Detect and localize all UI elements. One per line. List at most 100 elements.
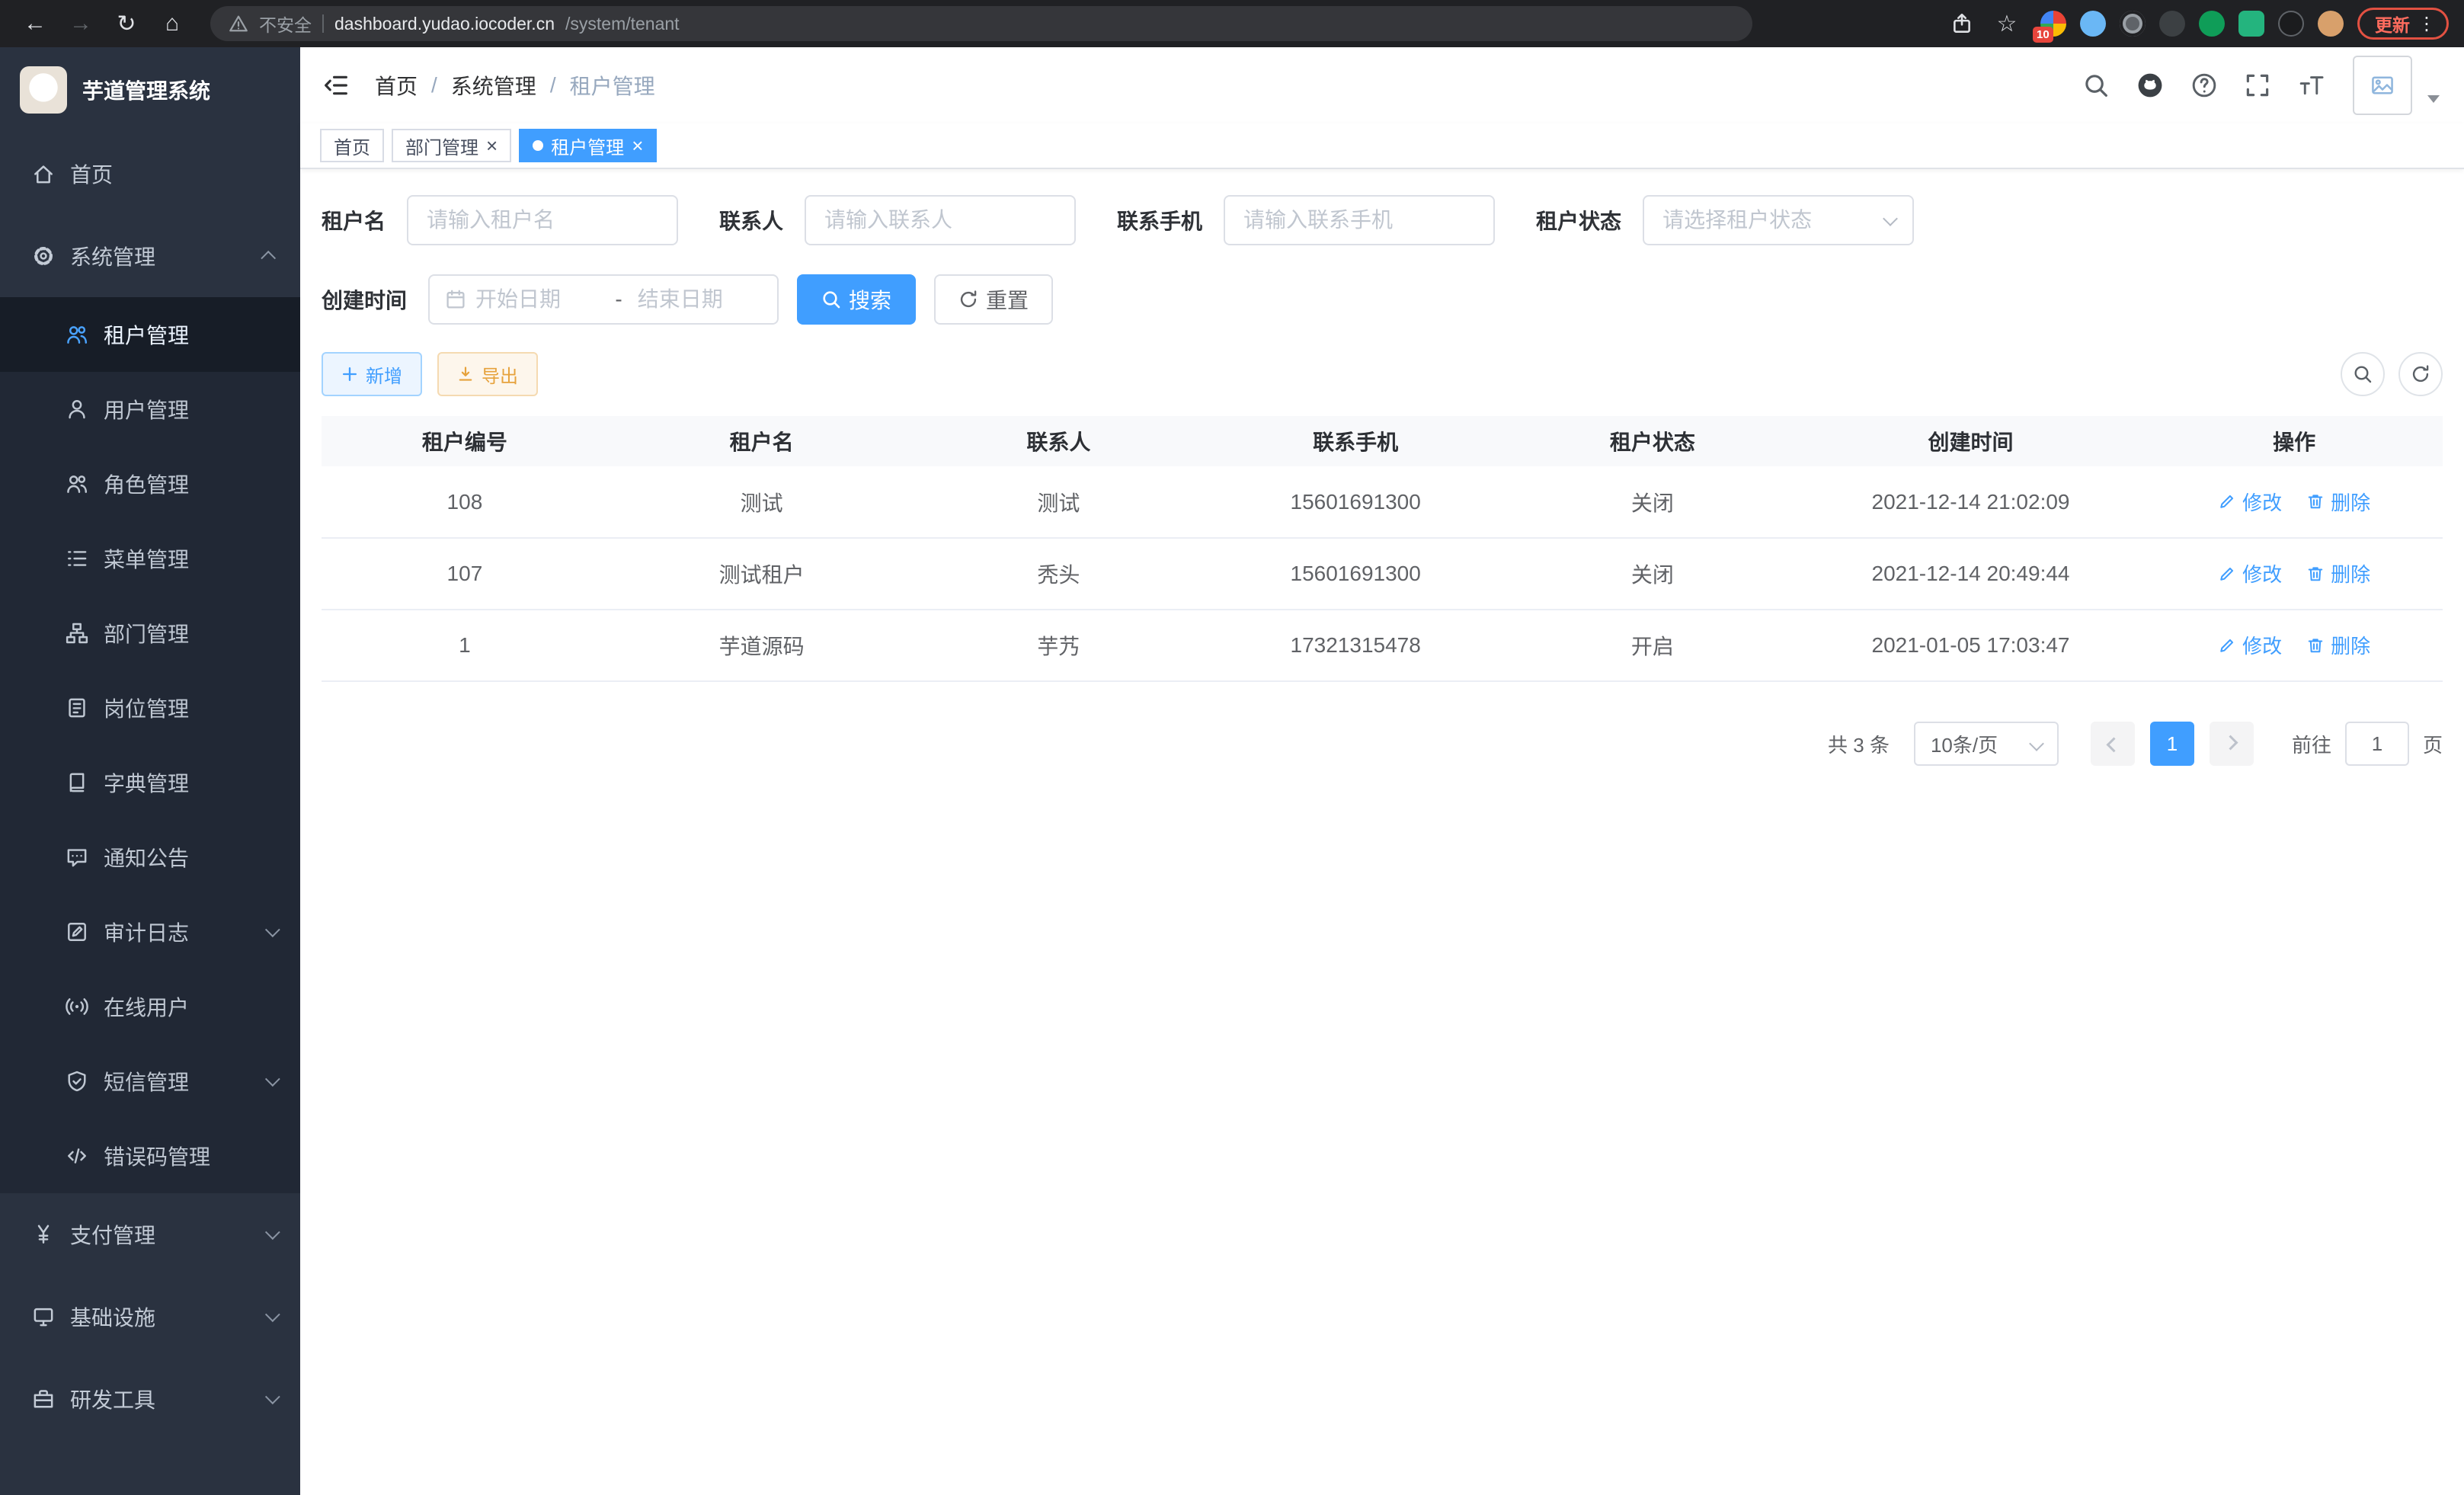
mobile-input[interactable]	[1224, 195, 1495, 245]
export-button[interactable]: 导出	[437, 352, 538, 396]
sidebar-item-role-management[interactable]: 角色管理	[0, 447, 300, 521]
extension-icon[interactable]: 10	[2040, 11, 2066, 37]
tab-tenant-management[interactable]: 租户管理 ×	[519, 129, 657, 162]
main-area: 首页 / 系统管理 / 租户管理	[300, 47, 2464, 1495]
extension-icon[interactable]	[2159, 11, 2185, 37]
search-button[interactable]: 搜索	[797, 274, 916, 325]
sidebar-item-dev-tools[interactable]: 研发工具	[0, 1358, 300, 1440]
sidebar-item-label: 首页	[70, 158, 113, 189]
reset-button[interactable]: 重置	[934, 274, 1053, 325]
url-bar[interactable]: 不安全 dashboard.yudao.iocoder.cn/system/te…	[210, 6, 1752, 41]
sidebar-item-tenant-management[interactable]: 租户管理	[0, 297, 300, 372]
reload-icon[interactable]: ↻	[107, 5, 146, 42]
show-search-toggle-button[interactable]	[2341, 352, 2385, 396]
logo[interactable]: 芋道管理系统	[0, 47, 300, 133]
share-icon[interactable]	[1950, 12, 1973, 35]
breadcrumb: 首页 / 系统管理 / 租户管理	[375, 70, 655, 101]
toolbox-icon	[32, 1388, 55, 1410]
browser-update-button[interactable]: 更新 ⋮	[2357, 8, 2449, 40]
update-label: 更新	[2375, 11, 2410, 37]
sidebar-item-payment-management[interactable]: 支付管理	[0, 1193, 300, 1276]
extension-icon[interactable]	[2080, 11, 2106, 37]
sidebar-item-system-management[interactable]: 系统管理	[0, 215, 300, 297]
sidebar-item-home[interactable]: 首页	[0, 133, 300, 215]
end-date-input[interactable]	[638, 287, 762, 312]
column-header: 租户编号	[322, 416, 608, 466]
avatar-caret-icon[interactable]	[2427, 95, 2440, 103]
breadcrumb-system[interactable]: 系统管理	[451, 70, 536, 101]
user-avatar[interactable]	[2353, 56, 2412, 115]
help-icon[interactable]	[2191, 72, 2217, 98]
sidebar-item-dict-management[interactable]: 字典管理	[0, 745, 300, 820]
fullscreen-icon[interactable]	[2245, 72, 2270, 98]
forward-icon[interactable]: →	[61, 5, 101, 42]
cell-actions: 修改删除	[2146, 610, 2443, 681]
filter-mobile: 联系手机	[1117, 195, 1495, 245]
chrome-actions: ☆ 10 更新 ⋮	[1950, 5, 2449, 42]
github-icon[interactable]	[2136, 72, 2164, 99]
cell-contact: 测试	[916, 466, 1202, 538]
extension-icon[interactable]	[2238, 11, 2264, 37]
chevron-down-icon	[265, 1071, 280, 1087]
close-icon[interactable]: ×	[486, 136, 498, 155]
cell-tenant-id: 108	[322, 466, 608, 538]
page-size-input[interactable]	[1914, 722, 2059, 766]
chevron-left-icon	[2106, 738, 2121, 753]
status-select-input[interactable]	[1643, 195, 1914, 245]
chevron-right-icon	[2223, 735, 2238, 751]
tenant-name-input[interactable]	[407, 195, 678, 245]
add-button[interactable]: 新增	[322, 352, 422, 396]
bookmark-star-icon[interactable]: ☆	[1987, 5, 2027, 42]
start-date-input[interactable]	[475, 287, 600, 312]
url-host: dashboard.yudao.iocoder.cn	[334, 14, 555, 34]
roles-icon	[66, 472, 88, 495]
sidebar-item-infrastructure[interactable]: 基础设施	[0, 1276, 300, 1358]
security-label[interactable]: 不安全	[259, 11, 312, 37]
tab-department-management[interactable]: 部门管理 ×	[392, 129, 511, 162]
sidebar-item-menu-management[interactable]: 菜单管理	[0, 521, 300, 596]
page-content: 租户名 联系人 联系手机 租户状态	[300, 169, 2464, 1495]
sidebar-item-post-management[interactable]: 岗位管理	[0, 671, 300, 745]
edit-link[interactable]: 修改	[2218, 631, 2282, 659]
next-page-button[interactable]	[2210, 722, 2254, 766]
prev-page-button[interactable]	[2091, 722, 2135, 766]
date-range-picker[interactable]: -	[428, 274, 779, 325]
search-icon[interactable]	[2083, 72, 2109, 98]
font-size-icon[interactable]	[2298, 72, 2325, 98]
cell-tenant-name: 测试租户	[608, 538, 916, 610]
sidebar-item-user-management[interactable]: 用户管理	[0, 372, 300, 447]
browser-menu-icon[interactable]: ⋮	[2418, 13, 2436, 35]
sidebar-item-error-code-management[interactable]: 错误码管理	[0, 1119, 300, 1193]
contact-input[interactable]	[805, 195, 1076, 245]
refresh-table-button[interactable]	[2398, 352, 2443, 396]
page-number-button[interactable]: 1	[2150, 722, 2194, 766]
extension-icon[interactable]	[2120, 11, 2146, 37]
column-header: 租户状态	[1509, 416, 1796, 466]
collapse-sidebar-icon[interactable]	[323, 72, 349, 98]
delete-link[interactable]: 删除	[2306, 559, 2370, 587]
search-icon	[821, 290, 841, 309]
delete-link[interactable]: 删除	[2306, 488, 2370, 516]
status-select[interactable]	[1643, 195, 1914, 245]
edit-link[interactable]: 修改	[2218, 488, 2282, 516]
extension-icon[interactable]	[2278, 11, 2304, 37]
sidebar-item-online-users[interactable]: 在线用户	[0, 969, 300, 1044]
extension-icon[interactable]	[2199, 11, 2225, 37]
page-size-select[interactable]	[1914, 722, 2059, 766]
sidebar-item-notice-announcement[interactable]: 通知公告	[0, 820, 300, 895]
edit-link[interactable]: 修改	[2218, 559, 2282, 587]
app-window: 芋道管理系统 首页 系统管理 租户管理 用户管理 角色管理	[0, 47, 2464, 1495]
breadcrumb-home[interactable]: 首页	[375, 70, 418, 101]
goto-page-input[interactable]	[2345, 722, 2409, 766]
back-icon[interactable]: ←	[15, 5, 55, 42]
close-icon[interactable]: ×	[632, 136, 643, 155]
sidebar-item-sms-management[interactable]: 短信管理	[0, 1044, 300, 1119]
delete-link[interactable]: 删除	[2306, 631, 2370, 659]
sidebar-item-department-management[interactable]: 部门管理	[0, 596, 300, 671]
sidebar-item-audit-log[interactable]: 审计日志	[0, 895, 300, 969]
home-icon[interactable]: ⌂	[152, 5, 192, 42]
pagination: 共 3 条 1 前往 页	[322, 722, 2443, 766]
user-icon	[66, 398, 88, 421]
tab-home[interactable]: 首页	[320, 129, 384, 162]
profile-avatar-icon[interactable]	[2318, 11, 2344, 37]
